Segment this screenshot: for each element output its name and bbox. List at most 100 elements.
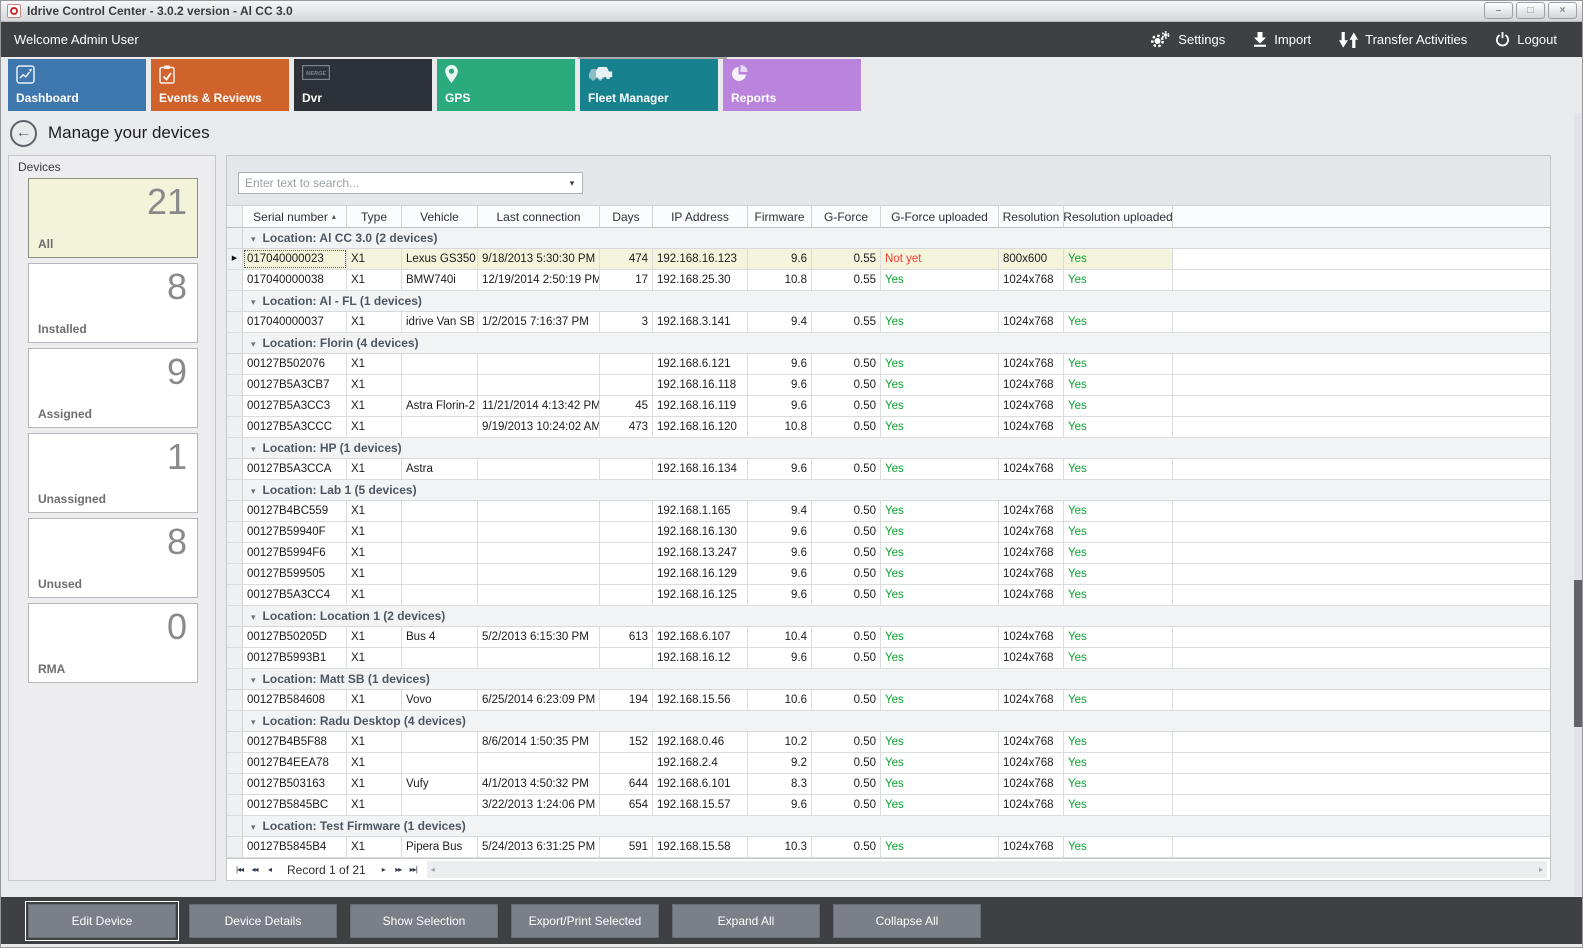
back-button[interactable]: ← bbox=[10, 120, 37, 147]
column-header-type[interactable]: Type bbox=[347, 206, 402, 227]
collapse-group-icon[interactable]: ▾ bbox=[251, 339, 256, 349]
tab-fleet-manager[interactable]: Fleet Manager bbox=[580, 59, 718, 111]
column-header-resolution-uploaded[interactable]: Resolution uploaded bbox=[1064, 206, 1173, 227]
tab-dvr[interactable]: MERGEDvr bbox=[294, 59, 432, 111]
table-row[interactable]: 00127B5A3CCAX1Astra192.168.16.1349.60.50… bbox=[227, 459, 1550, 480]
cell-filler bbox=[1173, 459, 1550, 479]
collapse-group-icon[interactable]: ▾ bbox=[251, 234, 256, 244]
collapse-group-icon[interactable]: ▾ bbox=[251, 717, 256, 727]
group-row[interactable]: ▾Location: Lab 1 (5 devices) bbox=[227, 480, 1550, 501]
group-row[interactable]: ▾Location: Al - FL (1 devices) bbox=[227, 291, 1550, 312]
pager-next-page-button[interactable]: ▸▸ bbox=[391, 865, 406, 874]
tab-reports[interactable]: Reports bbox=[723, 59, 861, 111]
column-header-resolution[interactable]: Resolution bbox=[999, 206, 1064, 227]
column-header-ip-address[interactable]: IP Address bbox=[653, 206, 748, 227]
group-row[interactable]: ▾Location: Radu Desktop (4 devices) bbox=[227, 711, 1550, 732]
collapse-group-icon[interactable]: ▾ bbox=[251, 444, 256, 454]
settings-button[interactable]: Settings bbox=[1150, 31, 1225, 48]
search-dropdown-button[interactable]: ▾ bbox=[562, 178, 582, 189]
close-button[interactable]: × bbox=[1548, 2, 1577, 19]
device-details-button[interactable]: Device Details bbox=[189, 904, 337, 938]
device-filter-card-all[interactable]: 21All bbox=[28, 178, 198, 258]
pager-last-button[interactable]: ▸▸| bbox=[406, 865, 421, 874]
tab-events-reviews[interactable]: Events & Reviews bbox=[151, 59, 289, 111]
table-row[interactable]: 00127B50205DX1Bus 45/2/2013 6:15:30 PM61… bbox=[227, 627, 1550, 648]
pager-first-button[interactable]: |◂◂ bbox=[232, 865, 247, 874]
group-row[interactable]: ▾Location: Location 1 (2 devices) bbox=[227, 606, 1550, 627]
device-filter-card-unassigned[interactable]: 1Unassigned bbox=[28, 433, 198, 513]
device-filter-card-installed[interactable]: 8Installed bbox=[28, 263, 198, 343]
row-indicator-cell bbox=[227, 480, 243, 500]
scroll-left-icon[interactable]: ◂ bbox=[431, 865, 435, 874]
vertical-scrollbar-track[interactable] bbox=[1574, 113, 1582, 896]
pager-next-button[interactable]: ▸ bbox=[376, 865, 391, 874]
device-filter-card-assigned[interactable]: 9Assigned bbox=[28, 348, 198, 428]
show-selection-button[interactable]: Show Selection bbox=[350, 904, 498, 938]
table-row[interactable]: 00127B5994F6X1192.168.13.2479.60.50Yes10… bbox=[227, 543, 1550, 564]
table-row[interactable]: 00127B4BC559X1192.168.1.1659.40.50Yes102… bbox=[227, 501, 1550, 522]
vertical-scrollbar-thumb[interactable] bbox=[1574, 580, 1582, 727]
table-row[interactable]: 00127B5845BCX13/22/2013 1:24:06 PM654192… bbox=[227, 795, 1550, 816]
cell-resolution_uploaded: Yes bbox=[1064, 795, 1173, 815]
device-filter-card-rma[interactable]: 0RMA bbox=[28, 603, 198, 683]
collapse-group-icon[interactable]: ▾ bbox=[251, 675, 256, 685]
import-button[interactable]: Import bbox=[1253, 32, 1311, 47]
group-row[interactable]: ▾Location: HP (1 devices) bbox=[227, 438, 1550, 459]
cell-resolution_uploaded: Yes bbox=[1064, 564, 1173, 584]
column-header-firmware[interactable]: Firmware bbox=[748, 206, 812, 227]
group-row[interactable]: ▾Location: Matt SB (1 devices) bbox=[227, 669, 1550, 690]
table-row[interactable]: 00127B59940FX1192.168.16.1309.60.50Yes10… bbox=[227, 522, 1550, 543]
table-row[interactable]: 00127B5A3CB7X1192.168.16.1189.60.50Yes10… bbox=[227, 375, 1550, 396]
cell-type: X1 bbox=[347, 459, 402, 479]
group-row[interactable]: ▾Location: Test Firmware (1 devices) bbox=[227, 816, 1550, 837]
pager-prev-button[interactable]: ◂ bbox=[262, 865, 277, 874]
column-header-last-connection[interactable]: Last connection bbox=[478, 206, 600, 227]
cell-vehicle: Lexus GS350 bbox=[402, 249, 478, 269]
cell-last_connection bbox=[478, 543, 600, 563]
column-header-g-force[interactable]: G-Force bbox=[812, 206, 881, 227]
collapse-all-button[interactable]: Collapse All bbox=[833, 904, 981, 938]
device-filter-card-unused[interactable]: 8Unused bbox=[28, 518, 198, 598]
search-input[interactable] bbox=[239, 173, 562, 193]
table-row[interactable]: 00127B503163X1Vufy4/1/2013 4:50:32 PM644… bbox=[227, 774, 1550, 795]
table-row[interactable]: 00127B4B5F88X18/6/2014 1:50:35 PM152192.… bbox=[227, 732, 1550, 753]
column-header-days[interactable]: Days bbox=[600, 206, 653, 227]
table-row[interactable]: 00127B5993B1X1192.168.16.129.60.50Yes102… bbox=[227, 648, 1550, 669]
table-row[interactable]: ▶017040000023X1Lexus GS3509/18/2013 5:30… bbox=[227, 249, 1550, 270]
column-header-label: Days bbox=[612, 210, 639, 224]
horizontal-scrollbar[interactable]: ◂▸ bbox=[427, 861, 1547, 878]
expand-all-button[interactable]: Expand All bbox=[672, 904, 820, 938]
table-row[interactable]: 00127B584608X1Vovo6/25/2014 6:23:09 PM19… bbox=[227, 690, 1550, 711]
group-row[interactable]: ▾Location: Florin (4 devices) bbox=[227, 333, 1550, 354]
transfer-activities-button[interactable]: Transfer Activities bbox=[1339, 32, 1467, 48]
collapse-group-icon[interactable]: ▾ bbox=[251, 486, 256, 496]
table-row[interactable]: 017040000038X1BMW740i12/19/2014 2:50:19 … bbox=[227, 270, 1550, 291]
minimize-button[interactable]: – bbox=[1484, 2, 1513, 19]
scroll-right-icon[interactable]: ▸ bbox=[1539, 865, 1543, 874]
column-header-vehicle[interactable]: Vehicle bbox=[402, 206, 478, 227]
table-row[interactable]: 017040000037X1idrive Van SB1/2/2015 7:16… bbox=[227, 312, 1550, 333]
table-row[interactable]: 00127B5A3CCCX19/19/2013 10:24:02 AM47319… bbox=[227, 417, 1550, 438]
cell-days: 45 bbox=[600, 396, 653, 416]
column-header-g-force-uploaded[interactable]: G-Force uploaded bbox=[881, 206, 999, 227]
table-row[interactable]: 00127B502076X1192.168.6.1219.60.50Yes102… bbox=[227, 354, 1550, 375]
edit-device-button[interactable]: Edit Device bbox=[28, 904, 176, 938]
table-row[interactable]: 00127B4EEA78X1192.168.2.49.20.50Yes1024x… bbox=[227, 753, 1550, 774]
collapse-group-icon[interactable]: ▾ bbox=[251, 612, 256, 622]
collapse-group-icon[interactable]: ▾ bbox=[251, 297, 256, 307]
logout-button[interactable]: Logout bbox=[1495, 32, 1557, 47]
pager-prev-page-button[interactable]: ◂◂ bbox=[247, 865, 262, 874]
table-row[interactable]: 00127B599505X1192.168.16.1299.60.50Yes10… bbox=[227, 564, 1550, 585]
cell-resolution: 1024x768 bbox=[999, 543, 1064, 563]
table-row[interactable]: 00127B5A3CC4X1192.168.16.1259.60.50Yes10… bbox=[227, 585, 1550, 606]
maximize-button[interactable]: □ bbox=[1516, 2, 1545, 19]
table-row[interactable]: 00127B5A3CC3X1Astra Florin-211/21/2014 4… bbox=[227, 396, 1550, 417]
table-row[interactable]: 00127B5845B4X1Pipera Bus5/24/2013 6:31:2… bbox=[227, 837, 1550, 858]
group-row[interactable]: ▾Location: Al CC 3.0 (2 devices) bbox=[227, 228, 1550, 249]
tab-gps[interactable]: GPS bbox=[437, 59, 575, 111]
collapse-group-icon[interactable]: ▾ bbox=[251, 822, 256, 832]
cell-serial: 00127B503163 bbox=[243, 774, 347, 794]
export-print-selected-button[interactable]: Export/Print Selected bbox=[511, 904, 659, 938]
tab-dashboard[interactable]: Dashboard bbox=[8, 59, 146, 111]
column-header-serial-number[interactable]: Serial number▴ bbox=[243, 206, 347, 227]
